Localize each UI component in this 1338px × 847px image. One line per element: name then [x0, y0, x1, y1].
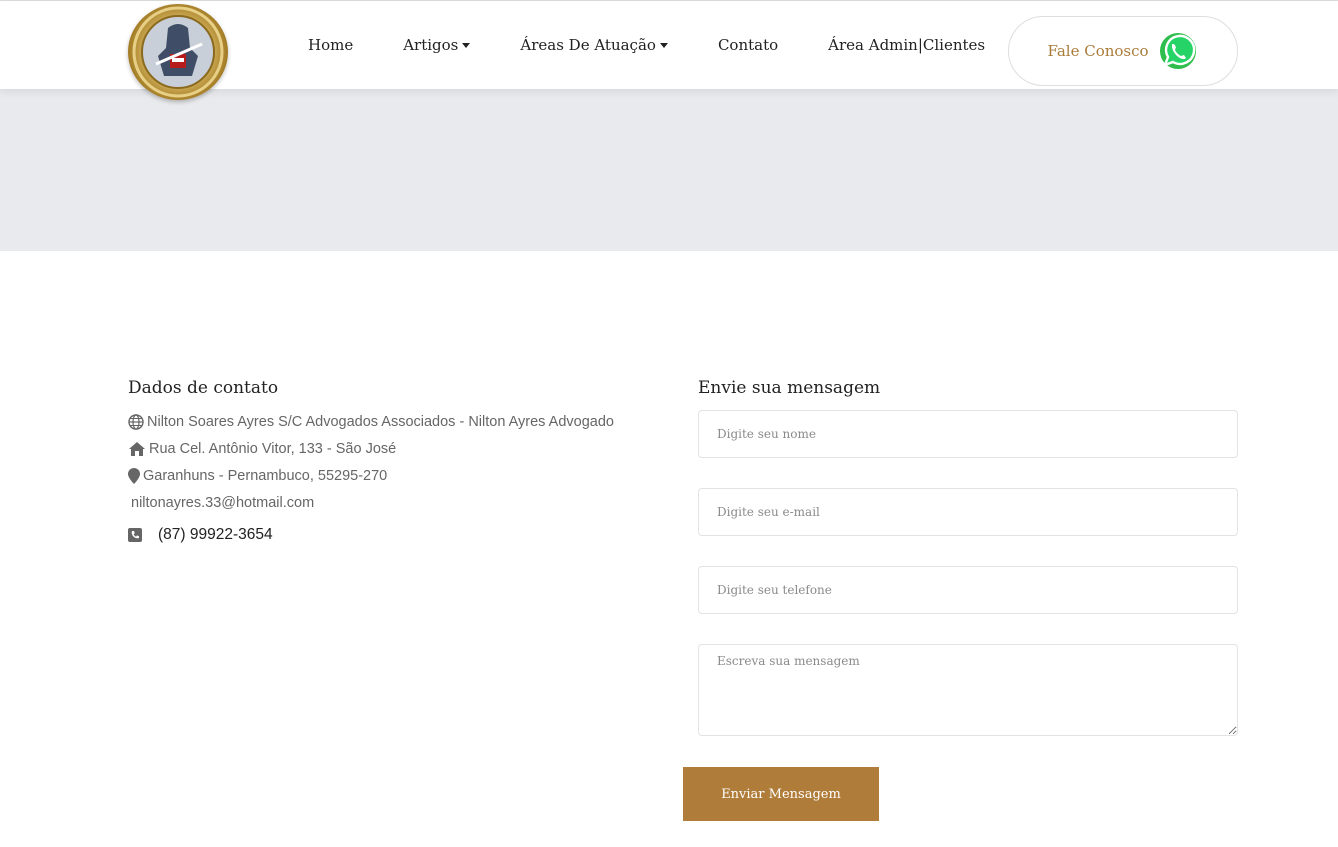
caret-down-icon — [462, 42, 471, 48]
phone-input[interactable] — [698, 566, 1238, 614]
nav-home-label: Home — [308, 36, 354, 54]
email-input[interactable] — [698, 488, 1238, 536]
name-input[interactable] — [698, 410, 1238, 458]
fale-conosco-label: Fale Conosco — [1047, 42, 1149, 60]
company-name: Nilton Soares Ayres S/C Advogados Associ… — [147, 413, 614, 430]
send-message-button[interactable]: Enviar Mensagem — [683, 767, 879, 821]
contact-title: Dados de contato — [128, 378, 279, 398]
nav-home[interactable]: Home — [283, 36, 378, 54]
message-textarea[interactable] — [698, 644, 1238, 736]
form-title: Envie sua mensagem — [698, 378, 881, 398]
globe-icon — [128, 413, 144, 430]
nav-artigos[interactable]: Artigos — [378, 36, 495, 54]
city-address: Garanhuns - Pernambuco, 55295-270 — [143, 467, 388, 484]
home-icon — [128, 441, 146, 457]
page-banner — [0, 89, 1338, 251]
nav-artigos-label: Artigos — [403, 36, 459, 54]
city-line: Garanhuns - Pernambuco, 55295-270 — [128, 462, 668, 489]
navbar: Home Artigos Áreas De Atuação Contato Ár… — [0, 1, 1338, 100]
phone-link[interactable]: (87) 99922-3654 — [158, 526, 273, 544]
street-address: Rua Cel. Antônio Vitor, 133 - São José — [149, 440, 397, 457]
caret-down-icon — [659, 42, 668, 48]
contact-form: Envie sua mensagem — [698, 378, 1238, 736]
email-link[interactable]: niltonayres.33@hotmail.com — [131, 495, 314, 511]
company-line: Nilton Soares Ayres S/C Advogados Associ… — [128, 408, 668, 435]
nav-area-admin-clientes[interactable]: Área Admin|Clientes — [803, 36, 1010, 54]
nav-contato-label: Contato — [717, 36, 779, 54]
map-marker-icon — [128, 467, 140, 484]
phone-line: (87) 99922-3654 — [128, 522, 668, 548]
street-line: Rua Cel. Antônio Vitor, 133 - São José — [128, 435, 668, 462]
nav-areas-label: Áreas De Atuação — [520, 36, 656, 54]
fale-conosco-button[interactable]: Fale Conosco — [1008, 16, 1238, 86]
logo-emblem-icon — [132, 6, 224, 98]
nav-areas-de-atuacao[interactable]: Áreas De Atuação — [495, 36, 693, 54]
main-nav: Home Artigos Áreas De Atuação Contato Ár… — [283, 1, 1010, 89]
nav-contato[interactable]: Contato — [693, 36, 803, 54]
email-line: niltonayres.33@hotmail.com — [128, 489, 668, 516]
whatsapp-icon — [1157, 30, 1199, 72]
phone-square-icon — [128, 528, 142, 542]
logo[interactable] — [128, 4, 228, 100]
contact-info: Dados de contato Nilton Soares Ayres S/C… — [128, 378, 668, 548]
nav-admin-label: Área Admin|Clientes — [828, 36, 986, 54]
